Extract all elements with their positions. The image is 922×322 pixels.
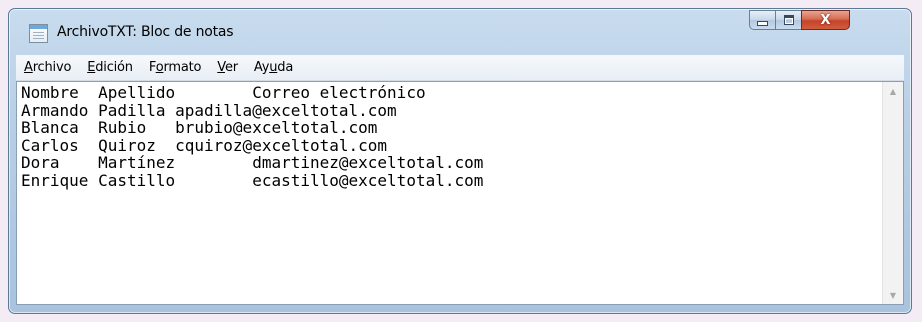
menu-edicion[interactable]: Edición	[81, 60, 139, 75]
menu-bar: Archivo Edición Formato Ver Ayuda	[16, 55, 904, 81]
minimize-button[interactable]	[749, 10, 776, 30]
title-bar[interactable]: ArchivoTXT: Bloc de notas X	[9, 9, 911, 55]
minimize-icon	[757, 21, 768, 26]
window-title: ArchivoTXT: Bloc de notas	[57, 24, 234, 40]
close-button[interactable]: X	[801, 10, 850, 30]
scroll-down-icon[interactable]: ▼	[883, 286, 903, 304]
scroll-up-icon[interactable]: ▲	[883, 82, 903, 100]
maximize-icon	[783, 15, 794, 25]
menu-formato[interactable]: Formato	[143, 60, 207, 75]
menu-archivo[interactable]: Archivo	[18, 60, 77, 75]
close-icon: X	[820, 12, 831, 28]
notepad-window: ArchivoTXT: Bloc de notas X Archivo Edic…	[8, 8, 912, 314]
notepad-app-icon[interactable]	[29, 24, 48, 43]
vertical-scrollbar[interactable]: ▲ ▼	[882, 82, 903, 304]
menu-ver[interactable]: Ver	[211, 60, 244, 75]
menu-ayuda[interactable]: Ayuda	[248, 60, 299, 75]
text-editor[interactable]: Nombre Apellido Correo electrónico Arman…	[16, 81, 904, 305]
editor-content[interactable]: Nombre Apellido Correo electrónico Arman…	[21, 84, 881, 302]
maximize-button[interactable]	[775, 10, 802, 30]
